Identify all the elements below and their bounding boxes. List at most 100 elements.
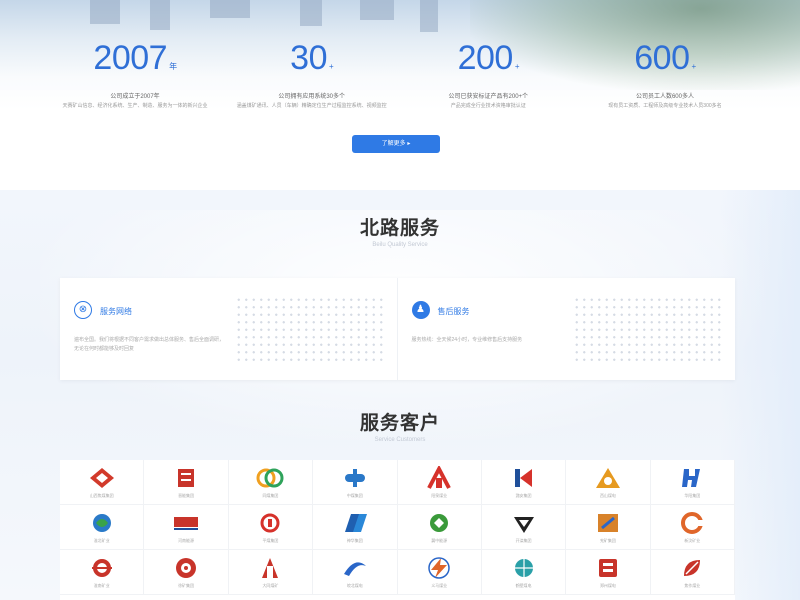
client-logo-icon xyxy=(88,556,116,580)
client-logo-cell[interactable]: 山西焦煤集团 xyxy=(60,460,145,505)
client-logo-cell[interactable]: 冀中能源 xyxy=(397,505,482,550)
client-logo-cell[interactable]: 义马煤业 xyxy=(397,550,482,595)
stat-employees: 600 + 公司员工人数600多人 现有员工资质、工程师及高级专业技术人员300多… xyxy=(590,36,740,116)
client-name: 兖矿集团 xyxy=(599,538,616,543)
stats-section: 2007 年 公司成立于2007年 天赛矿山信息、经济化系统、生产、制造、服务为一… xyxy=(0,0,800,190)
client-logo-cell[interactable]: 河南能源 xyxy=(144,505,229,550)
client-name: 同煤集团 xyxy=(262,493,279,498)
client-name: 焦作煤业 xyxy=(684,583,701,588)
client-name: 晋能集团 xyxy=(178,493,195,498)
client-logo-cell[interactable]: 鹤壁煤电 xyxy=(481,550,567,595)
client-name: 冀中能源 xyxy=(431,538,448,543)
client-logo-cell[interactable]: 郑州煤电 xyxy=(566,550,651,595)
network-icon: ⊗ xyxy=(74,301,92,319)
client-name: 开滦集团 xyxy=(515,538,532,543)
service-card-title: 售后服务 xyxy=(437,307,470,316)
client-logo-cell[interactable]: 西山煤电 xyxy=(566,460,651,505)
client-logo-cell[interactable]: 淮南矿业 xyxy=(60,550,145,595)
client-logo-cell[interactable]: 平煤集团 xyxy=(228,505,314,550)
client-logo-icon xyxy=(594,556,622,580)
client-logo-icon xyxy=(594,511,622,535)
client-logo-cell[interactable]: 皖北煤电 xyxy=(313,550,398,595)
client-logo-icon xyxy=(341,556,369,580)
stat-founded: 2007 年 公司成立于2007年 天赛矿山信息、经济化系统、生产、制造、服务为一… xyxy=(60,36,210,116)
dot-pattern-decoration xyxy=(573,296,723,366)
stat-systems: 30 + 公司拥有应用系统30多个 涵盖煤矿通讯、人员（车辆）精确定位生产过程监控… xyxy=(237,36,387,116)
client-name: 新汶矿业 xyxy=(684,538,701,543)
service-subtitle: Beilu Quality Service xyxy=(372,242,428,248)
client-logo-icon xyxy=(425,556,453,580)
client-name: 潞安集团 xyxy=(515,493,532,498)
stat-unit: 年 xyxy=(169,62,177,71)
service-card-desc: 服务热线：全天候24小时，专业维修售后支持服务 xyxy=(411,337,523,343)
stat-products: 200 + 公司已获安标证产品有200+个 产品完成全行业技术资格审批认证 xyxy=(413,36,563,116)
client-name: 华阳集团 xyxy=(684,493,701,498)
client-logo-icon xyxy=(341,466,369,490)
stat-desc: 现有员工资质、工程师及高级专业技术人员300多名 xyxy=(608,103,722,109)
client-logo-icon xyxy=(172,466,200,490)
client-logo-icon xyxy=(172,556,200,580)
stat-title: 公司员工人数600多人 xyxy=(635,94,694,100)
client-logo-icon xyxy=(256,511,284,535)
stat-desc: 天赛矿山信息、经济化系统、生产、制造、服务为一体的新兴企业 xyxy=(62,103,208,109)
service-title: 北路服务 xyxy=(359,218,440,239)
client-logo-cell[interactable]: 兖矿集团 xyxy=(566,505,651,550)
stat-unit: + xyxy=(328,62,334,71)
service-card-desc: 遍布全国。我们将根据不同客户需求做出总体服务、售后全面调研，无论在何时都能够及时… xyxy=(74,337,225,352)
client-logo-cell[interactable]: 大同煤矿 xyxy=(228,550,314,595)
learn-more-button[interactable]: 了解更多 ▸ xyxy=(352,135,440,153)
client-logo-icon xyxy=(678,511,706,535)
client-logo-icon xyxy=(594,466,622,490)
client-logo-icon xyxy=(425,466,453,490)
client-name: 义马煤业 xyxy=(431,583,448,588)
client-logo-cell[interactable]: 开滦集团 xyxy=(481,505,567,550)
client-logo-icon xyxy=(510,556,538,580)
client-logo-cell[interactable]: 神华集团 xyxy=(313,505,398,550)
stat-desc: 产品完成全行业技术资格审批认证 xyxy=(450,103,526,109)
client-name: 阳泉煤业 xyxy=(431,493,448,498)
client-name: 皖北煤电 xyxy=(346,583,363,588)
client-logo-cell[interactable]: 徐矿集团 xyxy=(144,550,229,595)
client-logo-icon xyxy=(341,511,369,535)
client-logo-cell[interactable]: 晋能集团 xyxy=(144,460,229,505)
client-logo-cell[interactable]: 淮北矿业 xyxy=(60,505,145,550)
client-logo-cell[interactable]: 阳泉煤业 xyxy=(397,460,482,505)
dot-pattern-decoration xyxy=(234,296,385,366)
clients-subtitle: Service Customers xyxy=(374,437,426,443)
client-name: 中煤集团 xyxy=(346,493,363,498)
stat-number: 600 xyxy=(634,39,690,77)
page: 2007 年 公司成立于2007年 天赛矿山信息、经济化系统、生产、制造、服务为一… xyxy=(0,0,800,600)
client-name: 淮南矿业 xyxy=(93,583,110,588)
stat-title: 公司成立于2007年 xyxy=(110,94,160,100)
client-name: 西山煤电 xyxy=(599,493,616,498)
stat-unit: + xyxy=(514,62,520,71)
client-logo-cell[interactable]: 同煤集团 xyxy=(228,460,314,505)
client-logo-cell[interactable]: 潞安集团 xyxy=(481,460,567,505)
client-name: 平煤集团 xyxy=(262,538,279,543)
stat-number: 200 xyxy=(457,39,514,77)
client-name: 大同煤矿 xyxy=(262,583,279,588)
client-logo-cell[interactable]: 焦作煤业 xyxy=(650,550,735,595)
stat-title: 公司已获安标证产品有200+个 xyxy=(448,94,529,100)
client-logo-icon xyxy=(425,511,453,535)
client-logo-icon xyxy=(256,466,284,490)
client-name: 山西焦煤集团 xyxy=(89,493,114,498)
client-logo-cell[interactable]: 新汶矿业 xyxy=(650,505,735,550)
service-card-aftersales[interactable]: ♟ 售后服务 服务热线：全天候24小时，专业维修售后支持服务 xyxy=(398,278,736,380)
clients-title: 服务客户 xyxy=(359,413,440,434)
client-name: 淮北矿业 xyxy=(93,538,110,543)
client-logo-icon xyxy=(678,466,706,490)
client-logo-icon xyxy=(88,466,116,490)
client-logo-cell[interactable]: 华阳集团 xyxy=(650,460,735,505)
client-logo-cell[interactable]: 中煤集团 xyxy=(313,460,398,505)
service-cards: ⊗ 服务网络 遍布全国。我们将根据不同客户需求做出总体服务、售后全面调研，无论在… xyxy=(60,278,735,380)
stat-title: 公司拥有应用系统30多个 xyxy=(278,94,345,100)
client-logo-icon xyxy=(88,511,116,535)
service-card-title: 服务网络 xyxy=(100,307,132,316)
client-name: 鹤壁煤电 xyxy=(515,583,532,588)
service-card-network[interactable]: ⊗ 服务网络 遍布全国。我们将根据不同客户需求做出总体服务、售后全面调研，无论在… xyxy=(60,278,398,380)
stat-desc: 涵盖煤矿通讯、人员（车辆）精确定位生产过程监控系统、视频监控 xyxy=(236,103,387,109)
stat-number: 2007 xyxy=(93,39,168,77)
stat-unit: + xyxy=(691,62,697,71)
client-name: 河南能源 xyxy=(178,538,195,543)
